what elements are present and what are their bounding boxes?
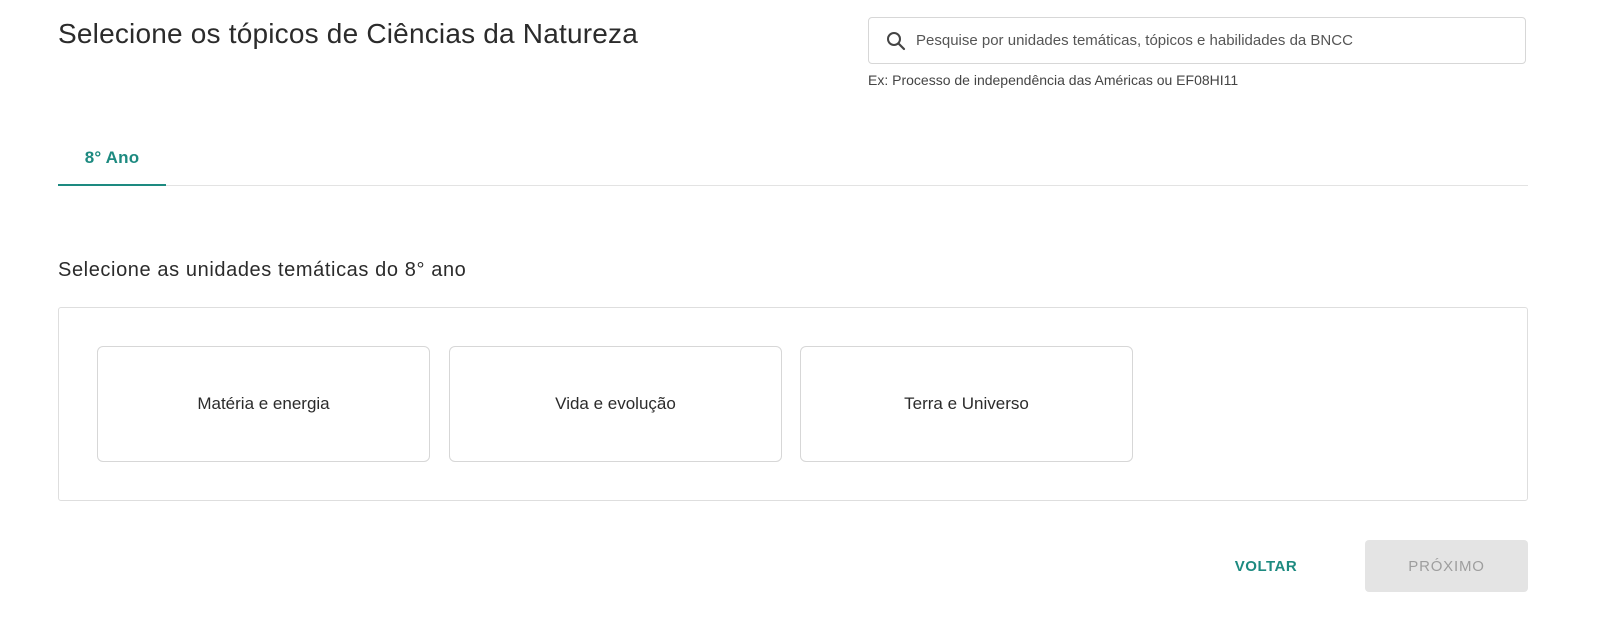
tabs-bar: 8° Ano <box>58 132 1528 186</box>
units-panel: Matéria e energia Vida e evolução Terra … <box>58 307 1528 501</box>
page-title: Selecione os tópicos de Ciências da Natu… <box>58 18 639 49</box>
unit-card-vida-e-evolucao[interactable]: Vida e evolução <box>449 346 782 462</box>
unit-card-terra-e-universo[interactable]: Terra e Universo <box>800 346 1133 462</box>
tab-label: 8° Ano <box>84 148 140 167</box>
section-title: Selecione as unidades temáticas do 8° an… <box>58 259 467 281</box>
unit-card-label: Vida e evolução <box>555 394 676 413</box>
unit-card-materia-e-energia[interactable]: Matéria e energia <box>97 346 430 462</box>
back-button[interactable]: VOLTAR <box>1206 540 1326 592</box>
search-icon <box>885 30 907 52</box>
search-box[interactable] <box>868 17 1526 64</box>
unit-card-label: Terra e Universo <box>904 394 1029 413</box>
search-input[interactable] <box>916 32 1506 49</box>
next-button[interactable]: PRÓXIMO <box>1365 540 1528 592</box>
unit-card-label: Matéria e energia <box>197 394 330 413</box>
search-hint: Ex: Processo de independência das Améric… <box>868 72 1239 88</box>
tab-8-ano[interactable]: 8° Ano <box>58 132 166 186</box>
